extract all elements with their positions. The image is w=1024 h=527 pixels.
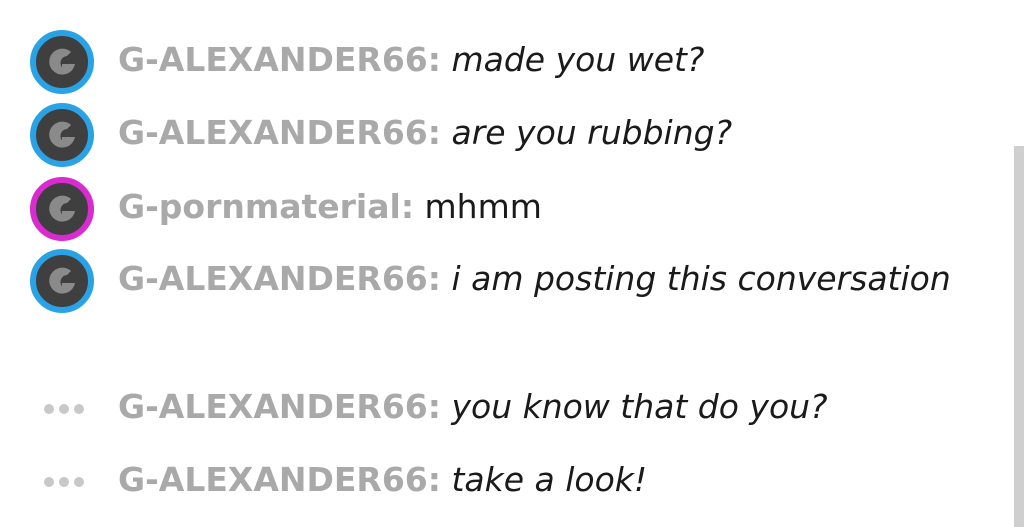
username[interactable]: G-ALEXANDER66:: [118, 387, 441, 426]
username[interactable]: G-ALEXANDER66:: [118, 40, 441, 79]
g-letter-icon: [49, 121, 75, 148]
scrollbar[interactable]: [1014, 146, 1024, 527]
message-text: i am posting this conversation: [451, 259, 951, 298]
message-text: made you wet?: [451, 40, 705, 79]
user-avatar[interactable]: [30, 103, 94, 167]
chat-log: G-ALEXANDER66: made you wet? G-ALEXANDER…: [0, 0, 1024, 527]
message-line: G-ALEXANDER66: i am posting this convers…: [118, 254, 978, 304]
user-avatar[interactable]: [30, 249, 94, 313]
message-line: G-pornmaterial: mhmm: [118, 182, 978, 232]
user-avatar[interactable]: [30, 30, 94, 94]
message-text: mhmm: [424, 187, 542, 226]
message-line: G-ALEXANDER66: are you rubbing?: [118, 108, 978, 158]
message-line: G-ALEXANDER66: take a look!: [118, 455, 978, 505]
username[interactable]: G-ALEXANDER66:: [118, 460, 441, 499]
typing-dots-icon: [44, 404, 84, 414]
message-line: G-ALEXANDER66: you know that do you?: [118, 382, 978, 432]
g-letter-icon: [49, 195, 75, 222]
user-avatar[interactable]: [30, 177, 94, 241]
username[interactable]: G-ALEXANDER66:: [118, 259, 441, 298]
message-line: G-ALEXANDER66: made you wet?: [118, 35, 978, 85]
message-text: are you rubbing?: [451, 113, 733, 152]
g-letter-icon: [49, 267, 75, 294]
username[interactable]: G-pornmaterial:: [118, 187, 414, 226]
message-text: you know that do you?: [451, 387, 828, 426]
message-text: take a look!: [451, 460, 648, 499]
g-letter-icon: [49, 48, 75, 75]
username[interactable]: G-ALEXANDER66:: [118, 113, 441, 152]
typing-dots-icon: [44, 477, 84, 487]
